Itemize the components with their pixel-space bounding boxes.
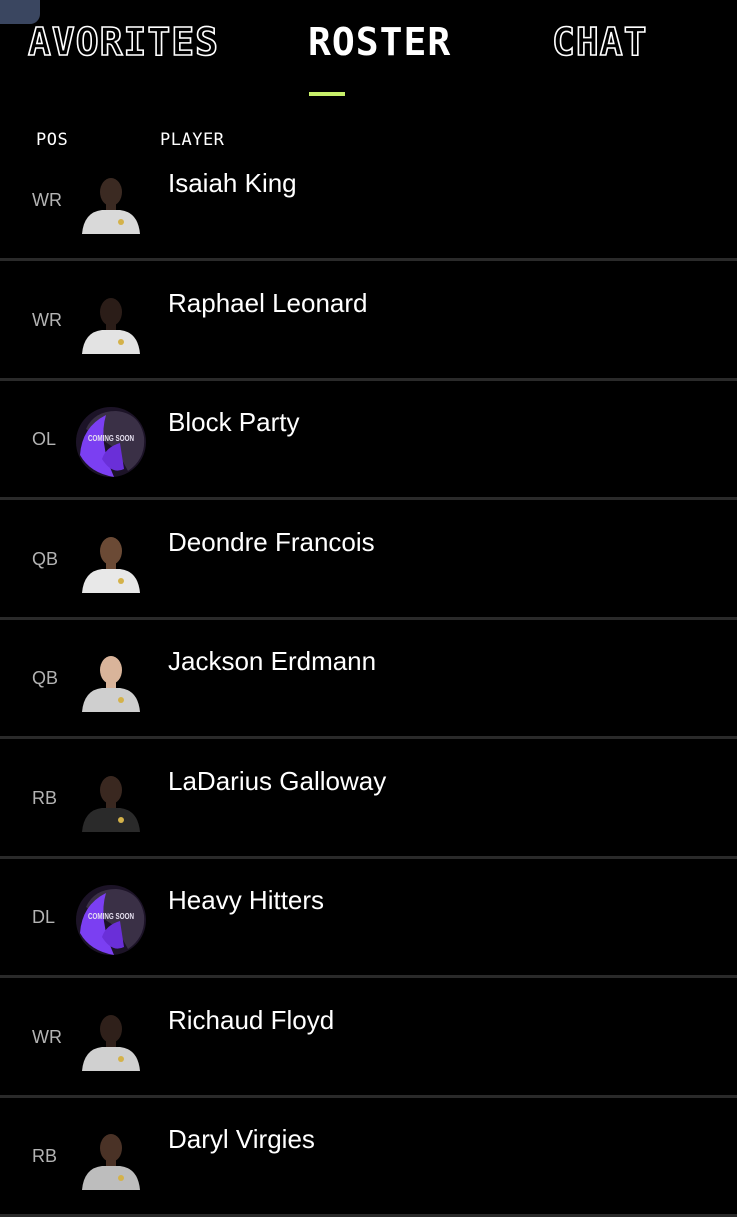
tab-favorites[interactable]: AVORITES <box>27 21 219 63</box>
position-label: QB <box>32 548 59 569</box>
player-avatar <box>76 168 146 238</box>
player-avatar <box>76 287 146 358</box>
position-label: DL <box>32 907 56 927</box>
svg-text:COMING SOON: COMING SOON <box>88 912 134 921</box>
roster-row[interactable]: QB Deondre Francois <box>0 499 737 619</box>
roster-row[interactable]: DL COMING SOON Heavy Hitters <box>0 857 737 977</box>
position-label: RB <box>32 787 58 808</box>
player-avatar <box>76 646 146 716</box>
tab-bar: AVORITES ROSTER CHAT <box>0 0 737 110</box>
position-label: OL <box>32 429 57 449</box>
tab-roster[interactable]: ROSTER <box>308 22 451 62</box>
position-label: QB <box>32 668 59 688</box>
coming-soon-avatar: COMING SOON <box>76 407 146 477</box>
active-tab-indicator <box>309 92 345 96</box>
player-name: Deondre Francois <box>168 526 375 557</box>
coming-soon-avatar: COMING SOON <box>76 885 146 955</box>
player-avatar <box>76 765 146 836</box>
position-label: WR <box>32 1026 62 1047</box>
player-name: Daryl Virgies <box>168 1124 315 1154</box>
roster-row[interactable]: WR Isaiah King <box>0 140 737 260</box>
position-label: WR <box>32 190 62 210</box>
roster-row[interactable]: WR Raphael Leonard <box>0 260 737 380</box>
player-name: Richaud Floyd <box>168 1004 335 1035</box>
player-avatar <box>76 1004 146 1075</box>
player-name: Jackson Erdmann <box>168 646 377 676</box>
player-avatar <box>76 1124 146 1194</box>
roster-row[interactable]: RB LaDarius Galloway <box>0 738 737 858</box>
player-name: Heavy Hitters <box>168 885 325 915</box>
roster-row[interactable]: RB Daryl Virgies <box>0 1096 737 1216</box>
player-name: Block Party <box>168 407 300 437</box>
roster-row[interactable]: OL COMING SOON Block Party <box>0 379 737 499</box>
roster-row[interactable]: QB Jackson Erdmann <box>0 618 737 738</box>
player-name: LaDarius Galloway <box>168 765 387 796</box>
tab-chat[interactable]: CHAT <box>551 21 648 63</box>
position-label: WR <box>32 309 62 330</box>
svg-text:COMING SOON: COMING SOON <box>88 434 134 443</box>
roster-row[interactable]: WR Richaud Floyd <box>0 977 737 1097</box>
position-label: RB <box>32 1146 58 1166</box>
player-avatar <box>76 526 146 597</box>
player-name: Raphael Leonard <box>168 287 368 318</box>
player-name: Isaiah King <box>168 168 297 198</box>
